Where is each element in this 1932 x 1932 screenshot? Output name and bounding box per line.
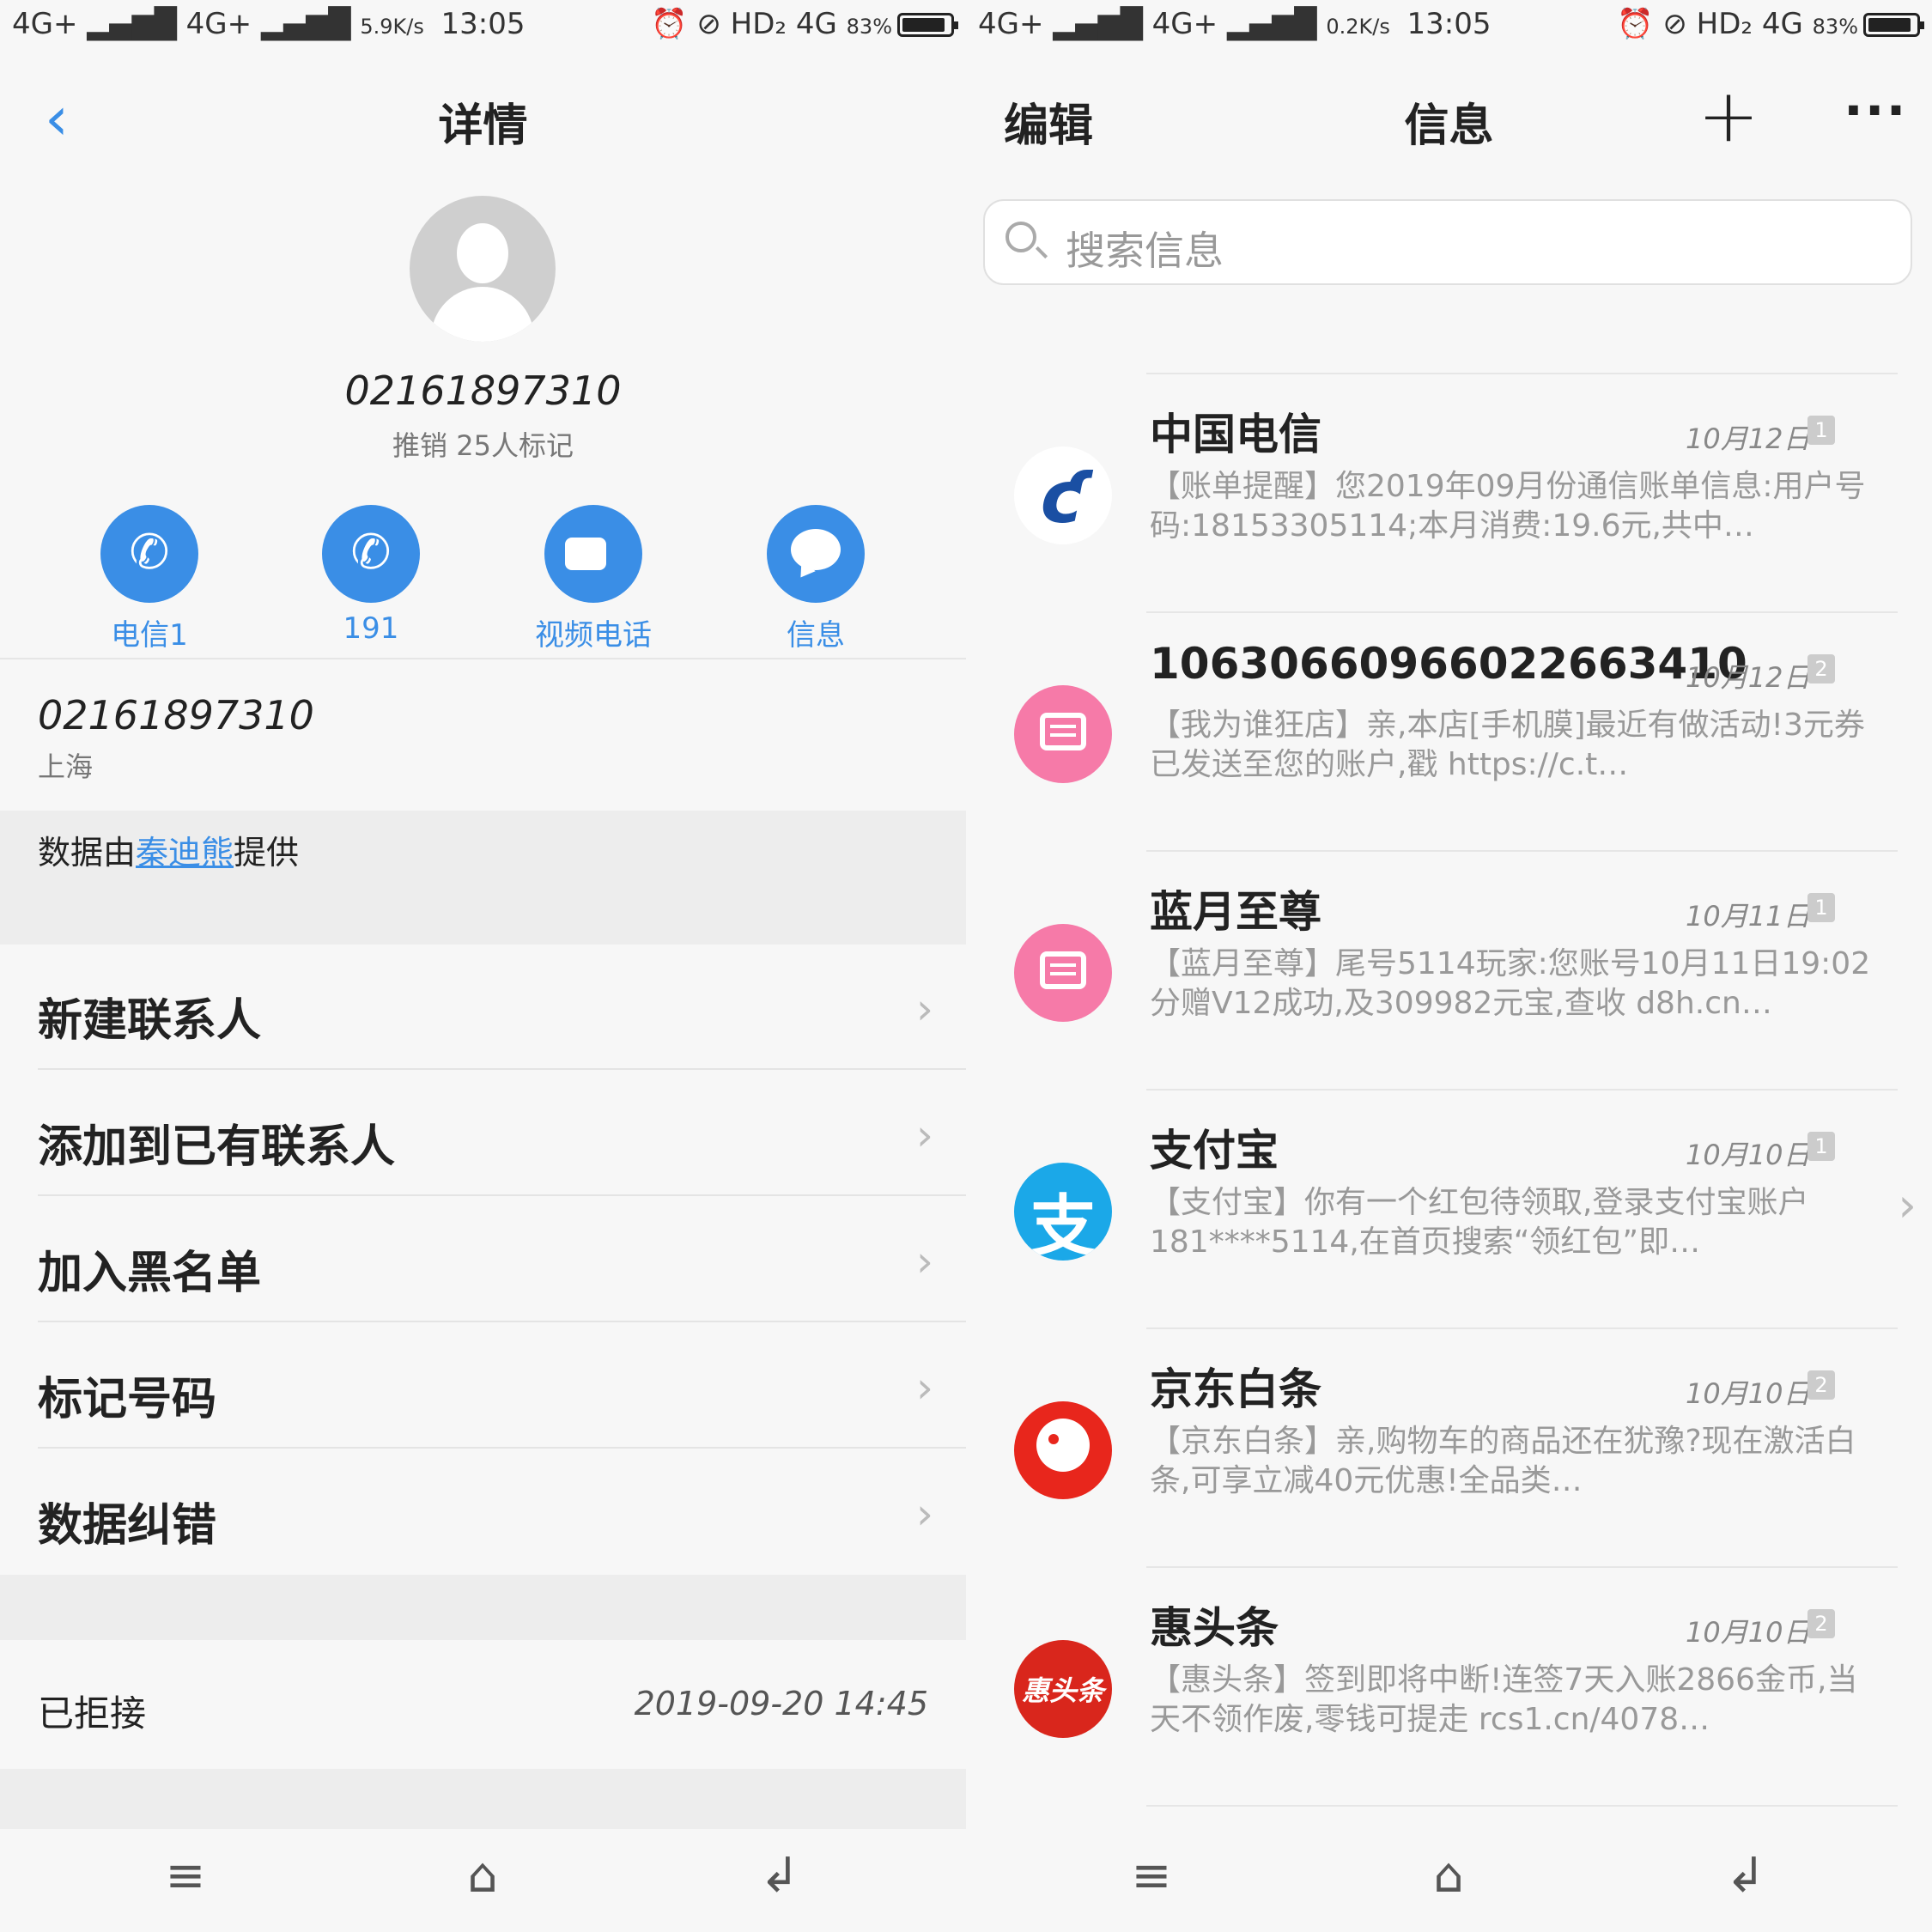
messages-screen: 4G+ ▂▄▆█ 4G+ ▂▄▆█ 0.2K/s 13:05 ⏰ ⊘ HD₂ 4… [966, 0, 1932, 1932]
back-icon[interactable]: ↲ [745, 1846, 814, 1906]
thread-name: 106306609660226634​10 [1150, 639, 1747, 689]
more-icon[interactable]: ··· [1844, 81, 1907, 141]
avatar-body-shape [431, 287, 534, 342]
sim-badge: 1 [1807, 1132, 1835, 1161]
huitoutiao-logo-icon: 惠头条 [1014, 1640, 1112, 1738]
mark-info: 推销 25人标记 [392, 429, 574, 462]
message-button[interactable]: 信息 [738, 505, 893, 653]
page-title: 详情 [438, 100, 528, 152]
call-191-label: 191 [343, 611, 399, 646]
chevron-right-icon: › [916, 1236, 933, 1286]
contact-detail-screen: 4G+ ▂▄▆█ 4G+ ▂▄▆█ 5.9K/s 13:05 ⏰ ⊘ HD₂ 4… [0, 0, 966, 1932]
sim-badge: 2 [1807, 654, 1835, 683]
section-spacer [0, 1575, 966, 1640]
status-bar: 4G+ ▂▄▆█ 4G+ ▂▄▆█ 5.9K/s 13:05 ⏰ ⊘ HD₂ 4… [0, 0, 966, 48]
thread-item[interactable]: 京东白条 10月10日 2 【京东白条】亲,购物车的商品还在犹豫?现在激活白条,… [966, 1327, 1932, 1566]
video-call-button[interactable]: 视频电话 [516, 505, 671, 653]
search-placeholder: 搜索信息 [1066, 228, 1224, 274]
thread-date: 10月11日 [1686, 900, 1811, 933]
menu-mark-number[interactable]: 标记号码 › [0, 1323, 966, 1449]
chevron-right-icon: › [916, 1489, 933, 1539]
video-call-label: 视频电话 [535, 618, 652, 653]
avatar-head-shape [457, 223, 508, 283]
chat-bubble-icon [767, 505, 865, 603]
contact-number: 02161897310 [344, 368, 622, 414]
page-title: 信息 [1404, 100, 1494, 152]
status-icons: ⏰ ⊘ HD₂ 4G [1617, 7, 1803, 41]
thread-item[interactable]: 106306609660226634​10 10月12日 2 【我为谁狂店】亲,… [966, 611, 1932, 850]
call-sim1-button[interactable]: ✆ 电信1 [72, 505, 227, 653]
battery-icon [897, 13, 958, 37]
thread-date: 10月10日 [1686, 1139, 1811, 1171]
menu-icon[interactable]: ≡ [1117, 1846, 1186, 1906]
call-status: 已拒接 [38, 1692, 147, 1735]
search-icon [1005, 222, 1036, 252]
thread-date: 10月12日 [1686, 422, 1811, 455]
thread-item[interactable]: 惠头条 惠头条 10月10日 2 【惠头条】签到即将中断!连签7天入账2866金… [966, 1566, 1932, 1805]
jd-logo-icon [1014, 1401, 1112, 1499]
alipay-logo-icon: 支 [1014, 1163, 1112, 1261]
thread-preview: 【支付宝】你有一个红包待领取,登录支付宝账户181****5114,在首页搜索“… [1150, 1185, 1809, 1260]
plus-icon[interactable]: + [1698, 79, 1759, 153]
battery-icon [1863, 13, 1924, 37]
sim-badge: 2 [1807, 1609, 1835, 1638]
home-icon[interactable]: ⌂ [1414, 1846, 1483, 1906]
thread-name: 蓝月至尊 [1150, 887, 1321, 937]
thread-date: 10月10日 [1686, 1377, 1811, 1410]
divider [0, 658, 966, 659]
provider-link[interactable]: 秦迪熊 [136, 834, 234, 872]
contact-avatar [410, 196, 556, 342]
info-number[interactable]: 02161897310 [38, 692, 314, 738]
thread-name: 支付宝 [1150, 1126, 1279, 1176]
call-191-button[interactable]: ✆ 191 [294, 505, 448, 646]
data-provider-text: 数据由秦迪熊提供 [38, 834, 300, 872]
battery-percent: 83% [1812, 15, 1858, 39]
sim-badge: 1 [1807, 893, 1835, 922]
thread-name: 京东白条 [1150, 1364, 1321, 1414]
china-telecom-logo-icon: ƈ [1014, 447, 1112, 544]
phone-icon: ✆ [322, 505, 420, 603]
back-icon[interactable]: ↲ [1711, 1846, 1780, 1906]
thread-preview: 【我为谁狂店】亲,本店[手机膜]最近有做活动!3元券已发送至您的账户,戳 htt… [1150, 708, 1865, 782]
chevron-right-icon: › [1898, 1178, 1917, 1232]
section-spacer [0, 1769, 966, 1829]
thread-date: 10月12日 [1686, 661, 1811, 694]
thread-name: 中国电信 [1150, 410, 1321, 459]
info-city: 上海 [38, 750, 94, 783]
nav-bar: ≡ ⌂ ↲ [966, 1829, 1932, 1932]
sim-badge: 2 [1807, 1370, 1835, 1400]
thread-item[interactable]: 支 支付宝 10月10日 1 【支付宝】你有一个红包待领取,登录支付宝账户181… [966, 1089, 1932, 1327]
thread-preview: 【惠头条】签到即将中断!连签7天入账2866金币,当天不领作废,零钱可提走 rc… [1150, 1662, 1858, 1737]
thread-preview: 【京东白条】亲,购物车的商品还在犹豫?现在激活白条,可享立减40元优惠!全品类… [1150, 1424, 1856, 1498]
thread-preview: 【蓝月至尊】尾号5114玩家:您账号10月11日19:02分赠V12成功,及30… [1150, 946, 1871, 1021]
nav-bar: ≡ ⌂ ↲ [0, 1829, 966, 1932]
status-icons: ⏰ ⊘ HD₂ 4G [651, 7, 837, 41]
thread-date: 10月10日 [1686, 1616, 1811, 1649]
thread-item[interactable]: 蓝月至尊 10月11日 1 【蓝月至尊】尾号5114玩家:您账号10月11日19… [966, 850, 1932, 1089]
message-icon [1014, 924, 1112, 1022]
home-icon[interactable]: ⌂ [448, 1846, 517, 1906]
thread-name: 惠头条 [1150, 1603, 1279, 1653]
thread-preview: 【账单提醒】您2019年09月份通信账单信息:用户号码:18153305114;… [1150, 469, 1866, 544]
search-input[interactable]: 搜索信息 [983, 199, 1912, 285]
chevron-right-icon: › [916, 1363, 933, 1413]
menu-blacklist[interactable]: 加入黑名单 › [0, 1197, 966, 1322]
phone-icon: ✆ [100, 505, 198, 603]
menu-new-contact[interactable]: 新建联系人 › [0, 945, 966, 1070]
call-time: 2019-09-20 14:45 [634, 1685, 928, 1722]
message-icon [1014, 685, 1112, 783]
chevron-right-icon: › [916, 984, 933, 1034]
chevron-right-icon: › [916, 1110, 933, 1160]
video-camera-icon [544, 505, 642, 603]
call-sim1-label: 电信1 [111, 618, 188, 653]
divider [1146, 1805, 1898, 1807]
message-label: 信息 [787, 618, 845, 653]
sim-badge: 1 [1807, 416, 1835, 445]
menu-data-correction[interactable]: 数据纠错 › [0, 1449, 966, 1575]
thread-item[interactable]: ƈ 中国电信 10月12日 1 【账单提醒】您2019年09月份通信账单信息:用… [966, 373, 1932, 611]
status-bar: 4G+ ▂▄▆█ 4G+ ▂▄▆█ 0.2K/s 13:05 ⏰ ⊘ HD₂ 4… [966, 0, 1932, 48]
menu-add-existing-contact[interactable]: 添加到已有联系人 › [0, 1071, 966, 1196]
battery-percent: 83% [846, 15, 892, 39]
menu-icon[interactable]: ≡ [151, 1846, 220, 1906]
